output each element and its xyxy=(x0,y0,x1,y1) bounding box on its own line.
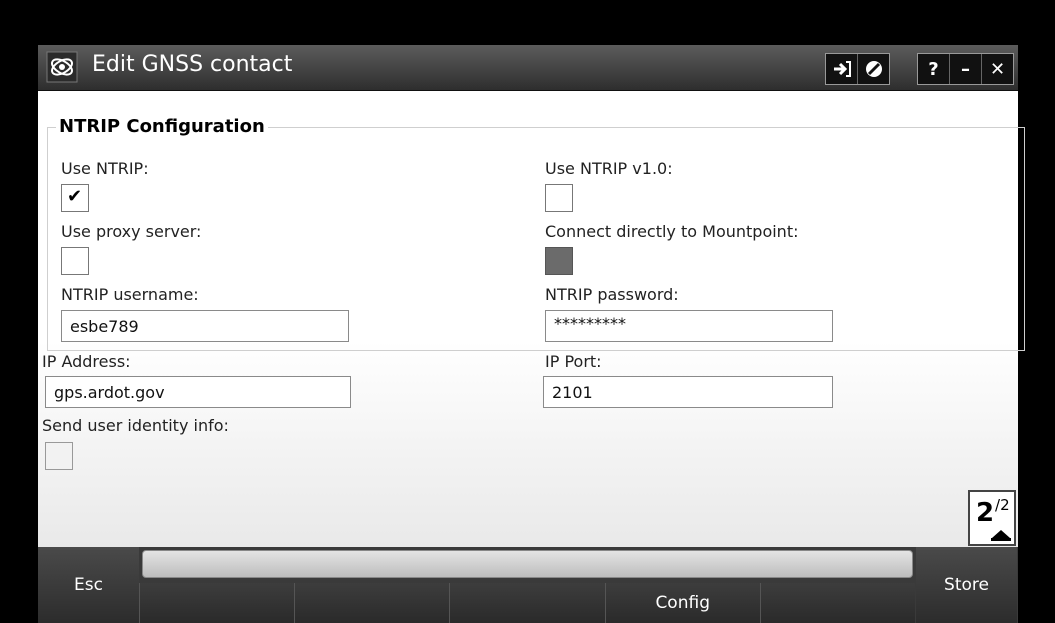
use-proxy-checkbox[interactable] xyxy=(61,247,89,275)
softkey-bar: Esc Config Store xyxy=(38,547,1018,623)
ntrip-password-label: NTRIP password: xyxy=(545,285,679,304)
connect-mountpoint-label: Connect directly to Mountpoint: xyxy=(545,222,799,241)
ip-port-label: IP Port: xyxy=(545,352,602,371)
page-current: 2 xyxy=(976,498,995,528)
ip-address-label: IP Address: xyxy=(42,352,131,371)
trimble-app-icon xyxy=(46,51,78,83)
function-key-1[interactable] xyxy=(139,583,295,623)
no-entry-icon[interactable] xyxy=(857,54,889,84)
ntrip-password-input[interactable]: ********* xyxy=(545,310,833,342)
window-controls: ? – ✕ xyxy=(917,53,1014,85)
page-toggle-button[interactable]: 2 /2 xyxy=(968,490,1016,546)
ip-port-input[interactable]: 2101 xyxy=(543,376,833,408)
title-bar: Edit GNSS contact ? – ✕ xyxy=(38,45,1018,91)
login-icon[interactable] xyxy=(826,54,857,84)
form-content: NTRIP Configuration Use NTRIP: Use NTRIP… xyxy=(38,91,1025,547)
function-key-5[interactable] xyxy=(759,583,916,623)
ntrip-username-input[interactable]: esbe789 xyxy=(61,310,349,342)
use-ntrip-checkbox[interactable] xyxy=(61,184,89,212)
function-keys: Config xyxy=(139,583,916,623)
send-identity-label: Send user identity info: xyxy=(42,416,229,435)
use-ntrip-v1-label: Use NTRIP v1.0: xyxy=(545,159,673,178)
function-key-3[interactable] xyxy=(449,583,605,623)
page-up-icon xyxy=(992,530,1010,538)
page-bar-icon xyxy=(991,538,1011,541)
store-button[interactable]: Store xyxy=(916,547,1017,623)
help-button[interactable]: ? xyxy=(918,54,949,84)
close-button[interactable]: ✕ xyxy=(981,54,1013,84)
edit-gnss-contact-window: Edit GNSS contact ? – ✕ NTRIP Configurat… xyxy=(38,45,1025,623)
use-ntrip-label: Use NTRIP: xyxy=(61,159,149,178)
section-title: NTRIP Configuration xyxy=(56,116,268,137)
config-button[interactable]: Config xyxy=(604,583,760,623)
use-ntrip-v1-checkbox[interactable] xyxy=(545,184,573,212)
use-proxy-label: Use proxy server: xyxy=(61,222,202,241)
function-key-2[interactable] xyxy=(294,583,450,623)
window-title: Edit GNSS contact xyxy=(92,52,293,77)
status-progress-bar xyxy=(142,550,913,578)
status-button-group xyxy=(825,53,890,85)
minimize-button[interactable]: – xyxy=(949,54,981,84)
connect-mountpoint-checkbox xyxy=(545,247,573,275)
ntrip-username-label: NTRIP username: xyxy=(61,285,199,304)
esc-button[interactable]: Esc xyxy=(38,547,139,623)
page-total: /2 xyxy=(995,496,1010,514)
ip-address-input[interactable]: gps.ardot.gov xyxy=(45,376,351,408)
send-identity-checkbox[interactable] xyxy=(45,442,73,470)
